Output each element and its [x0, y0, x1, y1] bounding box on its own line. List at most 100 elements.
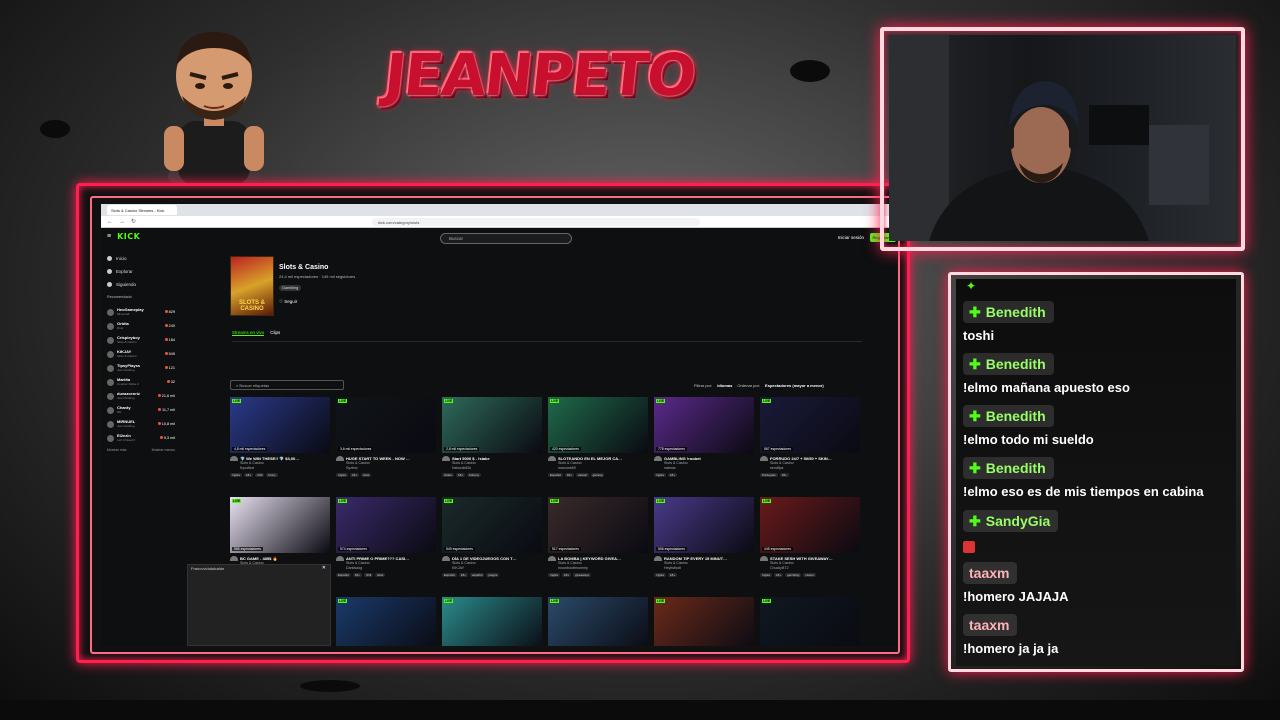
stream-tag[interactable]: español — [469, 573, 485, 577]
stream-title[interactable]: GAMBLING !roobet — [654, 456, 754, 461]
stream-tag[interactable]: Inglés — [760, 573, 773, 577]
stream-thumbnail[interactable]: LIVE 517 espectadores — [548, 497, 648, 553]
stream-user[interactable]: Syztmz — [336, 466, 436, 471]
stream-tag[interactable]: Portugués — [760, 473, 778, 477]
stream-card[interactable]: LIVE — [336, 597, 436, 646]
stream-thumbnail[interactable]: LIVE 445 espectadores — [760, 497, 860, 553]
stream-user[interactable]: moonboottmummy — [548, 566, 648, 571]
stream-thumbnail[interactable]: LIVE 549 espectadores — [442, 497, 542, 553]
show-less-link[interactable]: Mostrar menos — [152, 448, 175, 452]
stream-title[interactable]: ANTI PRIME O PRIME??? CASI… — [336, 556, 436, 561]
stream-tag[interactable]: bobony — [467, 473, 481, 477]
stream-thumbnail[interactable]: LIVE 3,6 mil espectadores — [336, 397, 436, 453]
recommended-channel[interactable]: Crispieyboy Slots & Casino 184 — [107, 333, 175, 347]
stream-card[interactable]: LIVE 567 espectadores FORRUDO 24/7 + 50/… — [760, 397, 860, 495]
stream-tag[interactable]: chill — [255, 473, 265, 477]
stream-tag[interactable]: Árabe — [442, 473, 455, 477]
stream-tag[interactable]: slots — [375, 573, 386, 577]
address-input[interactable]: kick.com/category/slots — [372, 217, 700, 226]
stream-tag[interactable]: casino — [803, 573, 816, 577]
stream-title[interactable]: DÍA 1 DE VIDEOJUEGOS CON T… — [442, 556, 542, 561]
back-icon[interactable]: ← — [107, 219, 113, 225]
category-tag[interactable]: Gambling — [279, 285, 302, 291]
stream-tag[interactable]: 18+ — [244, 473, 254, 477]
sort-dropdown[interactable]: Espectadores (mayor a menor) — [765, 383, 824, 388]
stream-tag[interactable]: slots — [361, 473, 372, 477]
chat-username[interactable]: ✚ Benedith — [963, 405, 1054, 427]
stream-title[interactable]: LA BOMBA | KEYWORD GIVEA… — [548, 556, 648, 561]
stream-user[interactable]: KIKJAY — [442, 566, 542, 571]
recommended-channel[interactable]: KIKJAY Slots & Casino 549 — [107, 347, 175, 361]
stream-thumbnail[interactable]: LIVE 4,8 mil espectadores — [230, 397, 330, 453]
stream-card[interactable]: LIVE 517 espectadores LA BOMBA | KEYWORD… — [548, 497, 648, 595]
stream-tag[interactable]: 18+ — [458, 573, 468, 577]
tag-search-input[interactable]: ⌕ Buscar etiquetas — [230, 380, 344, 390]
stream-user[interactable]: marcusb69 — [548, 466, 648, 471]
stream-title[interactable]: Start 5000 $ - !stake — [442, 456, 542, 461]
stream-tag[interactable]: gaming — [590, 473, 605, 477]
stream-title[interactable]: 💎 We WIN THESE!! 💎 $3,00… — [230, 456, 330, 461]
stream-tag[interactable]: Español — [336, 573, 351, 577]
stream-thumbnail[interactable]: LIVE 574 espectadores — [336, 497, 436, 553]
recommended-channel[interactable]: MIRNUEL Just Chatting 10,8 mil — [107, 417, 175, 431]
stream-tag[interactable]: 18+ — [668, 473, 678, 477]
stream-thumbnail[interactable]: LIVE 420 espectadores — [548, 397, 648, 453]
stream-card[interactable]: LIVE Dcreasing is live on site. Top 3 gu… — [760, 597, 860, 646]
stream-card[interactable]: LIVE — [548, 597, 648, 646]
stream-tag[interactable]: 18+ — [668, 573, 678, 577]
stream-card[interactable]: LIVE 420 espectadores SLOTEANDO EN EL ME… — [548, 397, 648, 495]
stream-tag[interactable]: funny — [266, 473, 278, 477]
stream-title[interactable]: SLOTEANDO EN EL MEJOR CA… — [548, 456, 648, 461]
stream-title[interactable]: STAKE SESH WITH GIVEAWAY… — [760, 556, 860, 561]
stream-thumbnail[interactable]: LIVE 2,8 mil espectadores — [442, 397, 542, 453]
recommended-channel[interactable]: El2ezin Left 4 Dead 2 9,3 mil — [107, 431, 175, 445]
stream-tag[interactable]: Inglés — [654, 473, 667, 477]
stream-user[interactable]: Nahoule82k — [442, 466, 542, 471]
stream-user[interactable]: nateutz — [654, 466, 754, 471]
picture-in-picture-player[interactable]: Francovidalalcalde ✕ — [187, 564, 331, 646]
stream-thumbnail[interactable]: LIVE — [548, 597, 648, 646]
close-icon[interactable]: ✕ — [322, 565, 326, 571]
sidebar-item-explorar[interactable]: Explorar — [107, 265, 175, 278]
recommended-channel[interactable]: Martita Counter-Strike 2 32 — [107, 375, 175, 389]
stream-card[interactable]: LIVE 3,6 mil espectadores HUGE START TO … — [336, 397, 436, 495]
chat-username[interactable]: ✚ Benedith — [963, 301, 1054, 323]
stream-tag[interactable]: casual — [575, 473, 589, 477]
stream-tag[interactable]: 18+ — [456, 473, 466, 477]
stream-user[interactable]: Kyootbot — [230, 466, 330, 471]
login-button[interactable]: Iniciar sesión — [838, 235, 864, 240]
chat-username[interactable]: ✚ SandyGia — [963, 510, 1059, 532]
chat-username[interactable]: ✚ Benedith — [963, 457, 1054, 479]
stream-card[interactable]: LIVE — [442, 597, 542, 646]
stream-card[interactable]: LIVE — [654, 597, 754, 646]
stream-tag[interactable]: giveaways — [573, 573, 592, 577]
site-search-input[interactable]: Buscar — [440, 233, 572, 244]
stream-card[interactable]: LIVE 778 espectadores GAMBLING !roobet S… — [654, 397, 754, 495]
kick-logo[interactable]: KICK — [117, 232, 140, 241]
stream-tag[interactable]: 18+ — [774, 573, 784, 577]
tab-streams[interactable]: Streams en vivo — [232, 330, 265, 336]
stream-tag[interactable]: Inglés — [548, 573, 561, 577]
tab-clips[interactable]: Clips — [270, 330, 280, 336]
stream-tag[interactable]: Inglés — [230, 473, 243, 477]
stream-card[interactable]: LIVE 445 espectadores STAKE SESH WITH GI… — [760, 497, 860, 595]
stream-user[interactable]: ChuckyBT2 — [760, 566, 860, 571]
sidebar-item-siguiendo[interactable]: Siguiendo — [107, 278, 175, 291]
stream-card[interactable]: LIVE 2,8 mil espectadores Start 5000 $ -… — [442, 397, 542, 495]
stream-thumbnail[interactable]: LIVE — [654, 597, 754, 646]
stream-user[interactable]: Darkisaog — [336, 566, 436, 571]
menu-icon[interactable]: ≡ — [107, 233, 111, 240]
stream-tag[interactable]: juegos — [486, 573, 500, 577]
chat-username[interactable]: ✚ Benedith — [963, 353, 1054, 375]
stream-thumbnail[interactable]: LIVE — [442, 597, 542, 646]
stream-tag[interactable]: Español — [442, 573, 457, 577]
recommended-channel[interactable]: duvazcenriz Just Chatting 21,6 mil — [107, 389, 175, 403]
stream-card[interactable]: LIVE 549 espectadores DÍA 1 DE VIDEOJUEG… — [442, 497, 542, 595]
browser-tab[interactable]: Slots & Casino Streams - Kick — [107, 205, 177, 215]
sidebar-item-inicio[interactable]: Inicio — [107, 252, 175, 265]
stream-user[interactable]: sendtips — [760, 466, 860, 471]
stream-title[interactable]: HUGE START TO WEEK - NOW … — [336, 456, 436, 461]
stream-card[interactable]: LIVE 574 espectadores ANTI PRIME O PRIME… — [336, 497, 436, 595]
stream-title[interactable]: BC GAME - 485$ 🔥 — [230, 556, 330, 561]
follow-button[interactable]: ♡ Seguir — [279, 299, 297, 305]
